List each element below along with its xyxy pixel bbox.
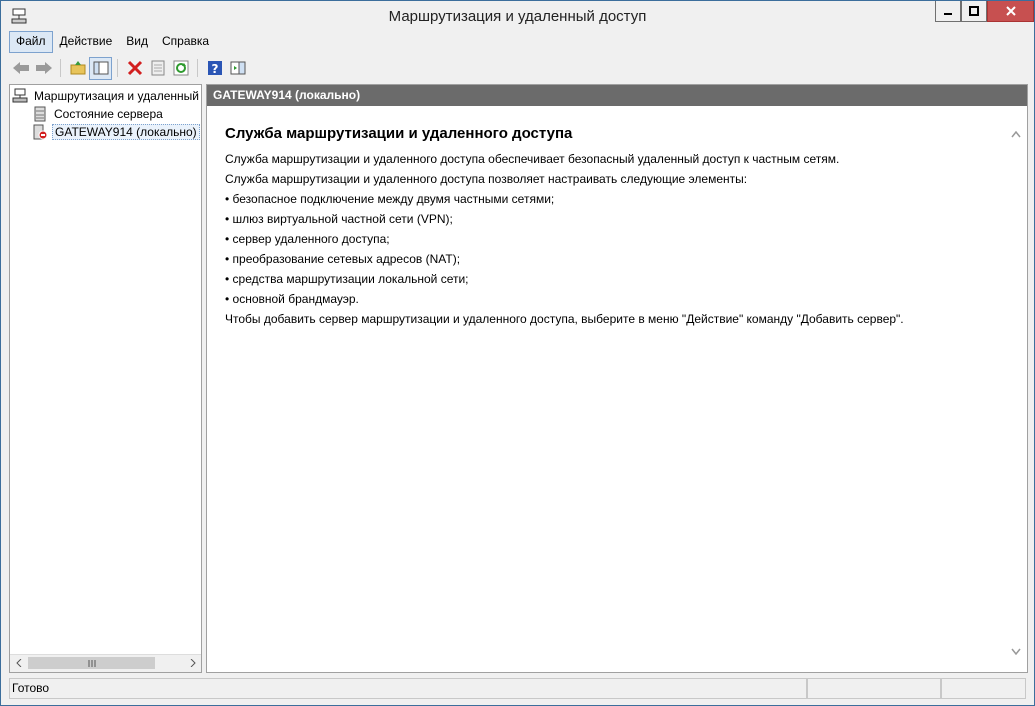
bullet-item: • преобразование сетевых адресов (NAT); xyxy=(225,252,461,266)
chevron-left-icon xyxy=(15,659,21,667)
menu-help[interactable]: Справка xyxy=(155,31,216,53)
chevron-up-icon xyxy=(1011,130,1021,138)
description-line: Служба маршрутизации и удаленного доступ… xyxy=(225,152,840,166)
bullet-item: • безопасное подключение между двумя час… xyxy=(225,192,555,206)
delete-button[interactable] xyxy=(123,57,146,80)
svg-text:?: ? xyxy=(211,62,218,76)
scroll-left-button[interactable] xyxy=(10,655,27,671)
window-controls xyxy=(935,1,1034,22)
properties-button[interactable] xyxy=(146,57,169,80)
forward-button[interactable] xyxy=(32,57,55,80)
toolbar-separator xyxy=(197,59,198,77)
details-content: Служба маршрутизации и удаленного доступ… xyxy=(225,125,997,332)
title-bar[interactable]: Маршрутизация и удаленный доступ xyxy=(1,1,1034,31)
scroll-up-chevron-icon[interactable] xyxy=(1011,125,1021,141)
instruction-line: Чтобы добавить сервер маршрутизации и уд… xyxy=(225,312,904,326)
maximize-icon xyxy=(969,6,979,16)
main-window: Маршрутизация и удаленный доступ Файл Де… xyxy=(0,0,1035,706)
grip-icon xyxy=(88,659,95,667)
help-icon: ? xyxy=(207,61,222,76)
bullet-item: • основной брандмауэр. xyxy=(225,292,359,306)
toolbar-separator xyxy=(117,59,118,77)
details-pane: GATEWAY914 (локально) Служба маршрутизац… xyxy=(206,84,1028,673)
status-panel xyxy=(941,678,1026,699)
tree-item-gateway914[interactable]: GATEWAY914 (локально) xyxy=(32,123,200,141)
action-pane-button[interactable] xyxy=(226,57,249,80)
back-button[interactable] xyxy=(9,57,32,80)
tree-item-server-status[interactable]: Состояние сервера xyxy=(32,105,165,123)
help-button[interactable]: ? xyxy=(203,57,226,80)
server-stopped-icon xyxy=(33,124,48,140)
minimize-button[interactable] xyxy=(935,1,961,22)
tree-item-label: Маршрутизация и удаленный xyxy=(34,89,199,103)
console-tree[interactable]: Маршрутизация и удаленный Состояние серв… xyxy=(9,84,202,673)
menu-file[interactable]: Файл xyxy=(9,31,53,53)
delete-icon xyxy=(127,60,142,76)
bullet-item: • шлюз виртуальной частной сети (VPN); xyxy=(225,212,453,226)
close-icon xyxy=(1005,6,1016,16)
status-bar: Готово xyxy=(9,678,1026,699)
description-line: Служба маршрутизации и удаленного доступ… xyxy=(225,172,748,186)
chevron-down-icon xyxy=(1011,648,1021,656)
details-header: GATEWAY914 (локально) xyxy=(207,85,1027,106)
bullet-item: • средства маршрутизации локальной сети; xyxy=(225,272,469,286)
up-folder-icon xyxy=(70,61,85,75)
action-pane-icon xyxy=(230,61,245,75)
menu-view[interactable]: Вид xyxy=(119,31,155,53)
close-button[interactable] xyxy=(987,1,1034,22)
tree-item-label: Состояние сервера xyxy=(54,107,163,121)
scroll-right-button[interactable] xyxy=(184,655,201,671)
maximize-button[interactable] xyxy=(961,1,987,22)
window-title: Маршрутизация и удаленный доступ xyxy=(388,8,647,25)
scroll-thumb[interactable] xyxy=(28,657,155,669)
chevron-right-icon xyxy=(190,659,196,667)
properties-icon xyxy=(151,60,164,76)
up-level-button[interactable] xyxy=(66,57,89,80)
show-hide-tree-button[interactable] xyxy=(89,56,112,80)
scroll-down-chevron-icon[interactable] xyxy=(1011,642,1021,658)
horizontal-scrollbar[interactable] xyxy=(10,654,201,672)
status-panel xyxy=(807,678,941,699)
forward-icon xyxy=(35,62,52,74)
show-hide-tree-icon xyxy=(93,61,108,75)
toolbar: ? xyxy=(9,55,249,81)
refresh-button[interactable] xyxy=(169,57,192,80)
page-title: Служба маршрутизации и удаленного доступ… xyxy=(225,125,573,142)
server-status-icon xyxy=(34,106,46,122)
tree-item-label: GATEWAY914 (локально) xyxy=(52,124,200,140)
bullet-item: • сервер удаленного доступа; xyxy=(225,232,390,246)
back-icon xyxy=(12,62,29,74)
minimize-icon xyxy=(944,13,952,15)
menu-action[interactable]: Действие xyxy=(53,31,120,53)
routing-root-icon xyxy=(12,88,28,103)
status-text: Готово xyxy=(9,678,807,699)
tree-item-root[interactable]: Маршрутизация и удаленный xyxy=(12,87,201,105)
refresh-icon xyxy=(173,60,188,76)
toolbar-separator xyxy=(60,59,61,77)
menu-bar: Файл Действие Вид Справка xyxy=(9,31,216,53)
